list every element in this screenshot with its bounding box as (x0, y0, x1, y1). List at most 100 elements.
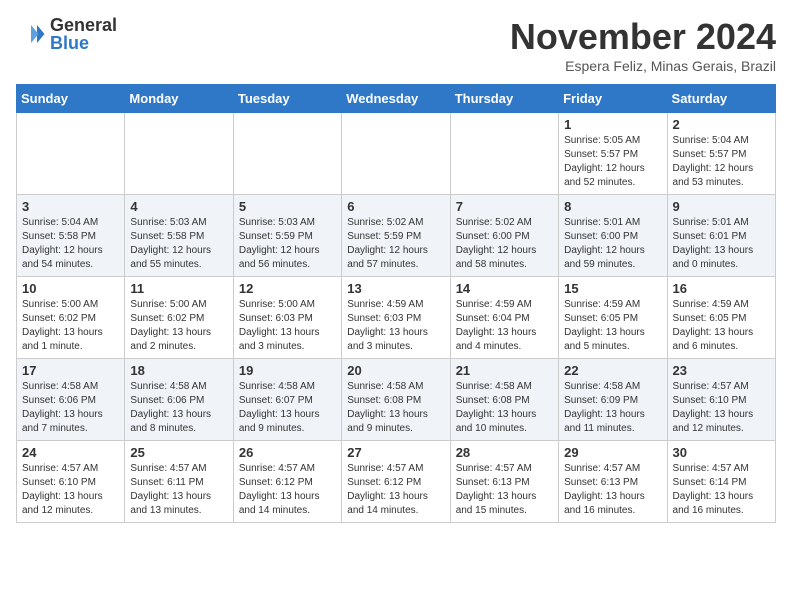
weekday-header-sunday: Sunday (17, 85, 125, 113)
day-info: Sunrise: 5:02 AM Sunset: 6:00 PM Dayligh… (456, 216, 553, 272)
calendar-cell: 2Sunrise: 5:04 AM Sunset: 5:57 PM Daylig… (667, 113, 775, 195)
day-number: 19 (239, 363, 336, 378)
calendar-cell: 4 Sunrise: 5:03 AM Sunset: 5:58 PM Daylig… (125, 195, 233, 277)
day-info: Sunrise: 4:57 AM Sunset: 6:13 PM Dayligh… (456, 462, 553, 518)
day-info: Sunrise: 4:59 AM Sunset: 6:03 PM Dayligh… (347, 298, 444, 354)
calendar-cell: 26 Sunrise: 4:57 AM Sunset: 6:12 PM Dayli… (233, 441, 341, 523)
day-number: 24 (22, 445, 119, 460)
calendar-cell (17, 113, 125, 195)
calendar-week-row: 24 Sunrise: 4:57 AM Sunset: 6:10 PM Dayli… (17, 441, 776, 523)
day-number: 8 (564, 199, 661, 214)
day-info: Sunrise: 4:57 AM Sunset: 6:10 PM Dayligh… (673, 380, 770, 436)
calendar-week-row: 3 Sunrise: 5:04 AM Sunset: 5:58 PM Daylig… (17, 195, 776, 277)
day-number: 12 (239, 281, 336, 296)
day-info: Sunrise: 5:01 AM Sunset: 6:01 PM Dayligh… (673, 216, 770, 272)
calendar-cell: 12 Sunrise: 5:00 AM Sunset: 6:03 PM Dayli… (233, 277, 341, 359)
calendar-cell: 5Sunrise: 5:03 AM Sunset: 5:59 PM Daylig… (233, 195, 341, 277)
calendar-cell: 9 Sunrise: 5:01 AM Sunset: 6:01 PM Daylig… (667, 195, 775, 277)
day-info: Sunrise: 4:58 AM Sunset: 6:08 PM Dayligh… (456, 380, 553, 436)
day-number: 16 (673, 281, 770, 296)
day-info: Sunrise: 4:57 AM Sunset: 6:12 PM Dayligh… (347, 462, 444, 518)
logo-icon (16, 19, 46, 49)
day-number: 11 (130, 281, 227, 296)
day-number: 18 (130, 363, 227, 378)
weekday-header-saturday: Saturday (667, 85, 775, 113)
day-number: 6 (347, 199, 444, 214)
calendar-cell: 15 Sunrise: 4:59 AM Sunset: 6:05 PM Dayli… (559, 277, 667, 359)
day-info: Sunrise: 4:58 AM Sunset: 6:08 PM Dayligh… (347, 380, 444, 436)
calendar-cell: 27 Sunrise: 4:57 AM Sunset: 6:12 PM Dayli… (342, 441, 450, 523)
calendar-cell: 21 Sunrise: 4:58 AM Sunset: 6:08 PM Dayli… (450, 359, 558, 441)
day-info: Sunrise: 5:02 AM Sunset: 5:59 PM Dayligh… (347, 216, 444, 272)
calendar-cell: 7 Sunrise: 5:02 AM Sunset: 6:00 PM Daylig… (450, 195, 558, 277)
calendar-cell (125, 113, 233, 195)
day-number: 30 (673, 445, 770, 460)
day-number: 20 (347, 363, 444, 378)
calendar-cell: 30 Sunrise: 4:57 AM Sunset: 6:14 PM Dayli… (667, 441, 775, 523)
calendar-cell: 22 Sunrise: 4:58 AM Sunset: 6:09 PM Dayli… (559, 359, 667, 441)
calendar-cell: 18 Sunrise: 4:58 AM Sunset: 6:06 PM Dayli… (125, 359, 233, 441)
page-header: General Blue November 2024 Espera Feliz,… (16, 16, 776, 74)
logo: General Blue (16, 16, 117, 52)
calendar-cell: 23 Sunrise: 4:57 AM Sunset: 6:10 PM Dayli… (667, 359, 775, 441)
day-info: Sunrise: 5:05 AM Sunset: 5:57 PM Dayligh… (564, 134, 661, 190)
calendar-cell: 17Sunrise: 4:58 AM Sunset: 6:06 PM Dayli… (17, 359, 125, 441)
calendar-cell: 24 Sunrise: 4:57 AM Sunset: 6:10 PM Dayli… (17, 441, 125, 523)
day-info: Sunrise: 5:00 AM Sunset: 6:02 PM Dayligh… (22, 298, 119, 354)
day-number: 22 (564, 363, 661, 378)
day-number: 13 (347, 281, 444, 296)
calendar-week-row: 17Sunrise: 4:58 AM Sunset: 6:06 PM Dayli… (17, 359, 776, 441)
day-number: 29 (564, 445, 661, 460)
day-info: Sunrise: 4:59 AM Sunset: 6:05 PM Dayligh… (564, 298, 661, 354)
logo-general: General (50, 16, 117, 34)
calendar-cell (233, 113, 341, 195)
calendar-cell: 19Sunrise: 4:58 AM Sunset: 6:07 PM Dayli… (233, 359, 341, 441)
logo-blue: Blue (50, 34, 117, 52)
day-info: Sunrise: 4:59 AM Sunset: 6:04 PM Dayligh… (456, 298, 553, 354)
month-title: November 2024 (510, 16, 776, 58)
day-info: Sunrise: 4:58 AM Sunset: 6:09 PM Dayligh… (564, 380, 661, 436)
day-number: 9 (673, 199, 770, 214)
day-number: 28 (456, 445, 553, 460)
day-info: Sunrise: 5:03 AM Sunset: 5:58 PM Dayligh… (130, 216, 227, 272)
calendar-cell: 1Sunrise: 5:05 AM Sunset: 5:57 PM Daylig… (559, 113, 667, 195)
calendar-cell: 8 Sunrise: 5:01 AM Sunset: 6:00 PM Daylig… (559, 195, 667, 277)
day-info: Sunrise: 4:57 AM Sunset: 6:14 PM Dayligh… (673, 462, 770, 518)
weekday-header-thursday: Thursday (450, 85, 558, 113)
day-info: Sunrise: 5:01 AM Sunset: 6:00 PM Dayligh… (564, 216, 661, 272)
day-info: Sunrise: 4:57 AM Sunset: 6:10 PM Dayligh… (22, 462, 119, 518)
logo-text: General Blue (50, 16, 117, 52)
day-number: 7 (456, 199, 553, 214)
day-info: Sunrise: 4:57 AM Sunset: 6:13 PM Dayligh… (564, 462, 661, 518)
day-info: Sunrise: 4:57 AM Sunset: 6:11 PM Dayligh… (130, 462, 227, 518)
day-info: Sunrise: 4:57 AM Sunset: 6:12 PM Dayligh… (239, 462, 336, 518)
day-number: 27 (347, 445, 444, 460)
weekday-header-friday: Friday (559, 85, 667, 113)
day-number: 23 (673, 363, 770, 378)
calendar-cell: 11Sunrise: 5:00 AM Sunset: 6:02 PM Dayli… (125, 277, 233, 359)
calendar-cell: 25 Sunrise: 4:57 AM Sunset: 6:11 PM Dayli… (125, 441, 233, 523)
calendar-cell: 3 Sunrise: 5:04 AM Sunset: 5:58 PM Daylig… (17, 195, 125, 277)
calendar-cell: 29 Sunrise: 4:57 AM Sunset: 6:13 PM Dayli… (559, 441, 667, 523)
day-number: 4 (130, 199, 227, 214)
day-info: Sunrise: 5:04 AM Sunset: 5:58 PM Dayligh… (22, 216, 119, 272)
day-number: 26 (239, 445, 336, 460)
day-number: 25 (130, 445, 227, 460)
day-info: Sunrise: 5:03 AM Sunset: 5:59 PM Dayligh… (239, 216, 336, 272)
day-info: Sunrise: 5:00 AM Sunset: 6:03 PM Dayligh… (239, 298, 336, 354)
day-number: 21 (456, 363, 553, 378)
calendar-cell: 10Sunrise: 5:00 AM Sunset: 6:02 PM Dayli… (17, 277, 125, 359)
day-number: 3 (22, 199, 119, 214)
weekday-header-row: SundayMondayTuesdayWednesdayThursdayFrid… (17, 85, 776, 113)
day-info: Sunrise: 4:59 AM Sunset: 6:05 PM Dayligh… (673, 298, 770, 354)
day-info: Sunrise: 4:58 AM Sunset: 6:06 PM Dayligh… (130, 380, 227, 436)
day-number: 2 (673, 117, 770, 132)
calendar-week-row: 10Sunrise: 5:00 AM Sunset: 6:02 PM Dayli… (17, 277, 776, 359)
day-number: 15 (564, 281, 661, 296)
weekday-header-monday: Monday (125, 85, 233, 113)
day-info: Sunrise: 4:58 AM Sunset: 6:06 PM Dayligh… (22, 380, 119, 436)
day-number: 14 (456, 281, 553, 296)
calendar-cell (342, 113, 450, 195)
weekday-header-wednesday: Wednesday (342, 85, 450, 113)
calendar-cell: 16 Sunrise: 4:59 AM Sunset: 6:05 PM Dayli… (667, 277, 775, 359)
